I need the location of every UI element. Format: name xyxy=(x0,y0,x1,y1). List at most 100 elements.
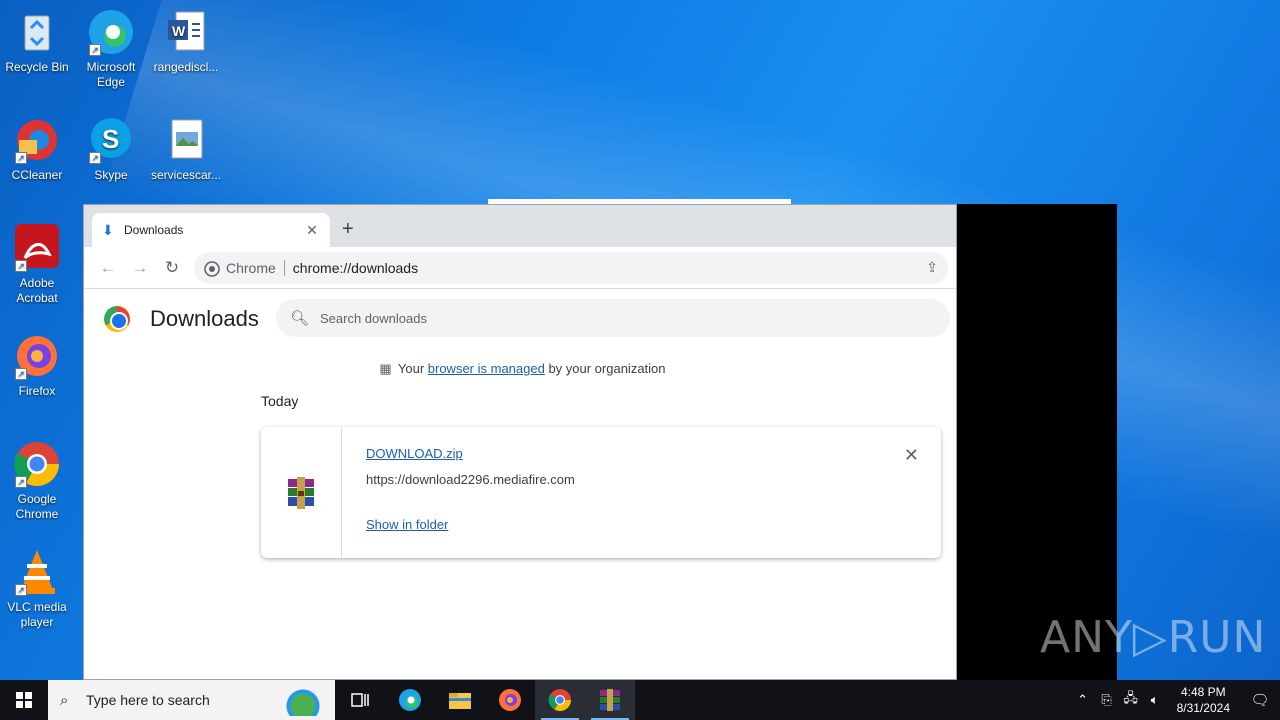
vlc-icon: ↗ xyxy=(13,548,61,596)
remove-download-icon[interactable]: ✕ xyxy=(904,445,919,466)
clock-date: 8/31/2024 xyxy=(1176,701,1230,715)
tab-strip: ⬇ Downloads ✕ + xyxy=(84,205,956,247)
desktop-icon-label: Firefox xyxy=(18,384,56,398)
clock[interactable]: 4:48 PM 8/31/2024 xyxy=(1167,684,1240,716)
clock-time: 4:48 PM xyxy=(1180,685,1226,699)
search-icon: ⌕ xyxy=(60,691,69,709)
anyrun-watermark: ANY▷RUN xyxy=(1040,612,1267,663)
search-downloads-input[interactable]: 🔍︎ Search downloads xyxy=(276,299,950,337)
close-tab-icon[interactable]: ✕ xyxy=(304,222,320,239)
desktop-icon-label: VLC media player xyxy=(7,600,67,629)
forward-arrow-icon[interactable]: → xyxy=(124,258,156,278)
desktop-icon-edge[interactable]: ↗ Microsoft Edge xyxy=(75,8,147,90)
desktop-icon-label: CCleaner xyxy=(11,168,63,182)
edge-icon xyxy=(399,689,421,711)
task-view-icon xyxy=(351,693,369,707)
network-icon[interactable]: 🖧︎ xyxy=(1119,689,1143,711)
download-source-url: https://download2296.mediafire.com xyxy=(366,472,575,487)
downloads-header: Downloads 🔍︎ Search downloads xyxy=(84,289,956,349)
reload-icon[interactable]: ↻ xyxy=(156,258,188,278)
desktop-icon-label: rangediscl... xyxy=(153,60,219,74)
start-button[interactable] xyxy=(0,680,48,720)
desktop-icon-firefox[interactable]: ↗ Firefox xyxy=(1,332,73,399)
shortcut-arrow-icon: ↗ xyxy=(15,476,27,488)
winrar-icon xyxy=(600,689,620,711)
managed-link[interactable]: browser is managed xyxy=(428,361,545,376)
recycle-bin-icon xyxy=(13,8,61,56)
desktop-icon-word-doc[interactable]: W rangediscl... xyxy=(150,8,222,75)
desktop-icon-acrobat[interactable]: ↗ Adobe Acrobat xyxy=(1,224,73,306)
taskbar-search-placeholder: Type here to search xyxy=(86,692,210,708)
date-section-label: Today xyxy=(261,393,299,409)
tab-downloads[interactable]: ⬇ Downloads ✕ xyxy=(92,213,330,247)
managed-suffix: by your organization xyxy=(544,361,666,376)
folder-icon xyxy=(449,693,471,709)
volume-icon[interactable]: 🔈︎ xyxy=(1143,692,1167,708)
taskbar-firefox[interactable] xyxy=(485,680,535,720)
desktop-icon-label: servicescar... xyxy=(150,168,222,182)
search-placeholder: Search downloads xyxy=(320,310,427,326)
shortcut-arrow-icon: ↗ xyxy=(15,368,27,380)
url-text[interactable]: chrome://downloads xyxy=(293,260,926,276)
task-view-button[interactable] xyxy=(335,680,385,720)
file-icon-column xyxy=(261,427,342,558)
google-chrome-icon xyxy=(548,689,571,711)
desktop-icon-label: Recycle Bin xyxy=(5,60,69,74)
chrome-logo-icon xyxy=(104,306,130,332)
notification-icon[interactable]: 🗨︎ xyxy=(1240,691,1280,709)
building-icon: ▦ xyxy=(379,361,392,376)
image-file-icon xyxy=(162,116,210,164)
chrome-icon xyxy=(204,260,226,277)
firefox-icon xyxy=(499,689,521,711)
taskbar-file-explorer[interactable] xyxy=(435,680,485,720)
shortcut-arrow-icon: ↗ xyxy=(15,584,27,596)
taskbar-search-box[interactable]: ⌕ Type here to search xyxy=(48,680,335,720)
page-title: Downloads xyxy=(150,306,259,331)
desktop-icon-label: Adobe Acrobat xyxy=(16,276,58,305)
desktop-icon-skype[interactable]: S ↗ Skype xyxy=(75,116,147,183)
shortcut-arrow-icon: ↗ xyxy=(15,152,27,164)
adobe-acrobat-icon: ↗ xyxy=(13,224,61,272)
svg-text:S: S xyxy=(102,124,119,154)
desktop-icon-label: Skype xyxy=(94,168,128,182)
desktop-icon-recycle-bin[interactable]: Recycle Bin xyxy=(1,8,73,75)
desktop-icon-label: Microsoft Edge xyxy=(86,60,136,89)
svg-text:W: W xyxy=(172,23,186,39)
desktop-icon-vlc[interactable]: ↗ VLC media player xyxy=(1,548,73,630)
desktop-icon-label: Google Chrome xyxy=(15,492,59,521)
background-window-black xyxy=(949,204,1117,680)
winrar-archive-icon xyxy=(288,477,314,509)
toolbar: ← → ↻ Chrome chrome://downloads ⇪ xyxy=(84,247,956,289)
back-arrow-icon[interactable]: ← xyxy=(92,258,124,278)
word-document-icon: W xyxy=(162,8,210,56)
taskbar-winrar[interactable] xyxy=(585,680,635,720)
managed-notice: ▦ Your browser is managed by your organi… xyxy=(84,361,958,377)
ccleaner-icon: ↗ xyxy=(13,116,61,164)
share-icon[interactable]: ⇪ xyxy=(926,259,938,276)
desktop-icon-chrome[interactable]: ↗ Google Chrome xyxy=(1,440,73,522)
edge-icon: ↗ xyxy=(87,8,135,56)
firefox-icon: ↗ xyxy=(13,332,61,380)
chrome-window: ⬇ Downloads ✕ + ← → ↻ Chrome chrome://do… xyxy=(83,204,957,680)
search-icon: 🔍︎ xyxy=(290,310,310,327)
desktop-icon-ccleaner[interactable]: ↗ CCleaner xyxy=(1,116,73,183)
chevron-up-icon[interactable]: ⌃ xyxy=(1071,692,1095,708)
new-tab-button[interactable]: + xyxy=(342,218,354,241)
shortcut-arrow-icon: ↗ xyxy=(89,44,101,56)
download-item: DOWNLOAD.zip https://download2296.mediaf… xyxy=(261,427,941,558)
device-icon[interactable]: ⎘ xyxy=(1095,692,1119,708)
shortcut-arrow-icon: ↗ xyxy=(89,152,101,164)
system-tray: ⌃ ⎘ 🖧︎ 🔈︎ 4:48 PM 8/31/2024 🗨︎ xyxy=(1071,680,1280,720)
address-bar[interactable]: Chrome chrome://downloads ⇪ xyxy=(194,251,948,284)
search-highlight-icon xyxy=(273,684,329,716)
desktop-icon-image-file[interactable]: servicescar... xyxy=(150,116,222,183)
google-chrome-icon: ↗ xyxy=(13,440,61,488)
taskbar: ⌕ Type here to search ⌃ ⎘ 🖧︎ 🔈︎ 4:48 PM … xyxy=(0,680,1280,720)
download-filename-link[interactable]: DOWNLOAD.zip xyxy=(366,446,463,461)
taskbar-chrome[interactable] xyxy=(535,680,585,720)
show-in-folder-link[interactable]: Show in folder xyxy=(366,517,448,532)
windows-logo-icon xyxy=(16,692,32,708)
managed-prefix: Your xyxy=(397,361,428,376)
taskbar-edge[interactable] xyxy=(385,680,435,720)
shortcut-arrow-icon: ↗ xyxy=(15,260,27,272)
